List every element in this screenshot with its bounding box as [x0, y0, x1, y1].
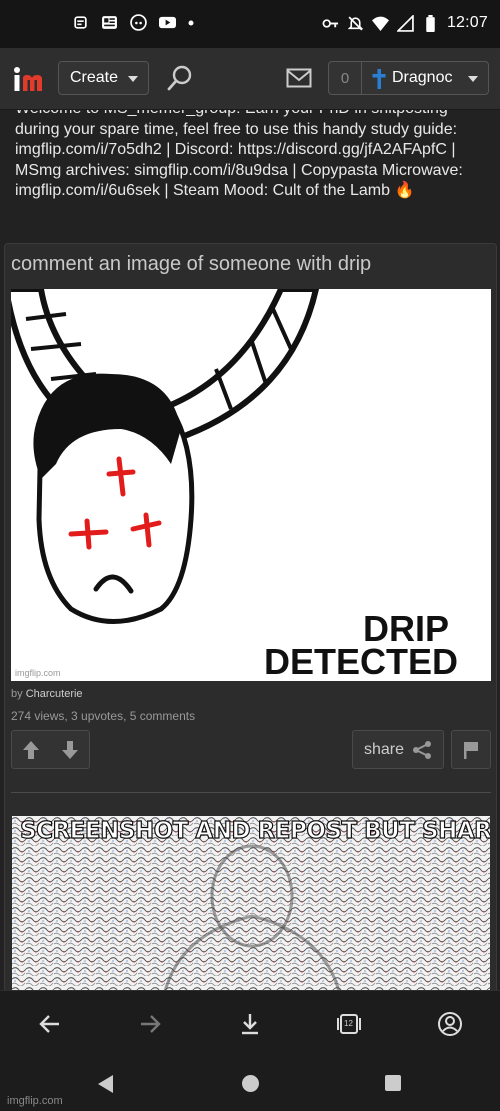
meme-watermark: imgflip.com — [15, 668, 61, 678]
author-prefix: by — [11, 688, 23, 700]
meme-drawing: DRIP DETECTED — [11, 289, 491, 681]
system-nav-bar: imgflip.com — [0, 1057, 500, 1111]
post-stats: 274 views, 3 upvotes, 5 comments — [11, 709, 196, 723]
domain-label: imgflip.com — [7, 1095, 63, 1107]
user-menu-button[interactable]: Dragnoc — [361, 61, 489, 95]
flag-icon — [464, 741, 478, 759]
arrow-down-icon — [61, 740, 78, 759]
nav-back-icon[interactable] — [97, 1074, 115, 1094]
author-line: by Charcuterie — [11, 688, 83, 700]
post-card: comment an image of someone with drip DR… — [4, 243, 497, 1003]
tabs-button[interactable]: 12 — [336, 1011, 362, 1037]
mute-icon — [347, 16, 364, 30]
back-arrow-icon[interactable] — [37, 1011, 63, 1037]
youtube-icon — [159, 16, 176, 29]
chevron-down-icon — [468, 76, 478, 82]
clock: 12:07 — [446, 14, 488, 31]
site-header: Create 0 Dragnoc — [0, 48, 500, 110]
share-label: share — [364, 740, 405, 758]
key-icon — [322, 18, 339, 28]
discord-icon — [130, 14, 147, 31]
flag-button[interactable] — [451, 730, 491, 769]
tab-count: 12 — [344, 1019, 353, 1028]
chevron-down-icon — [128, 76, 138, 82]
upvote-button[interactable] — [11, 730, 51, 769]
imgflip-logo[interactable] — [13, 64, 47, 94]
status-bar: 12:07 — [0, 0, 500, 48]
stream-description: Welcome to MS_memer_group! Earn your PhD… — [15, 100, 487, 202]
news-icon — [74, 16, 87, 29]
comment-image-text: SCREENSHOT AND REPOST BUT SHARPEN — [19, 817, 490, 844]
search-icon[interactable] — [165, 63, 195, 93]
signal-icon — [396, 14, 414, 32]
nav-home-icon[interactable] — [241, 1074, 260, 1093]
cross-icon — [372, 69, 386, 89]
comment-image-drawing — [12, 816, 490, 1002]
meme-caption-line2: DETECTED — [264, 641, 458, 681]
author-link[interactable]: Charcuterie — [26, 688, 83, 700]
notification-count[interactable]: 0 — [328, 61, 361, 95]
share-icon — [413, 741, 431, 759]
dot-icon — [188, 20, 194, 25]
arrow-up-icon — [23, 740, 39, 759]
post-title[interactable]: comment an image of someone with drip — [11, 253, 371, 276]
browser-toolbar: 12 — [0, 990, 500, 1057]
stream-description-text: during your spare time, feel free to use… — [15, 120, 463, 200]
account-icon[interactable] — [437, 1011, 463, 1037]
create-label: Create — [70, 69, 119, 86]
share-button[interactable]: share — [352, 730, 444, 769]
nav-recents-icon[interactable] — [384, 1074, 402, 1092]
screen: 12:07 Welcome to MS_memer_group! Earn yo… — [0, 0, 500, 1111]
create-button[interactable]: Create — [58, 61, 149, 95]
comment-divider — [11, 792, 491, 793]
download-icon[interactable] — [237, 1011, 263, 1037]
username: Dragnoc — [392, 69, 453, 86]
mail-icon[interactable] — [286, 68, 312, 88]
newspaper-icon — [102, 16, 117, 29]
wifi-icon — [371, 16, 389, 31]
downvote-button[interactable] — [50, 730, 90, 769]
forward-arrow-icon[interactable] — [137, 1011, 163, 1037]
battery-icon — [426, 14, 435, 32]
comment-image[interactable]: SCREENSHOT AND REPOST BUT SHARPEN — [12, 816, 490, 1002]
meme-image[interactable]: DRIP DETECTED imgflip.com — [11, 289, 491, 681]
